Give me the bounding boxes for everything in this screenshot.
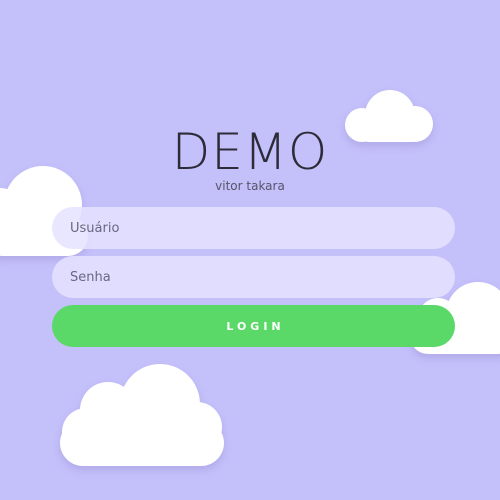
page-title: DEMO — [171, 123, 329, 181]
password-input[interactable] — [52, 256, 455, 298]
brand: DEMO vitor takara — [0, 122, 500, 193]
page-subtitle: vitor takara — [215, 179, 285, 193]
login-screen: { "colors": { "background": "#c4c0fa", "… — [0, 0, 500, 500]
username-input[interactable] — [52, 207, 455, 249]
login-button[interactable]: LOGIN — [52, 305, 455, 347]
cloud-bottom — [58, 364, 226, 468]
